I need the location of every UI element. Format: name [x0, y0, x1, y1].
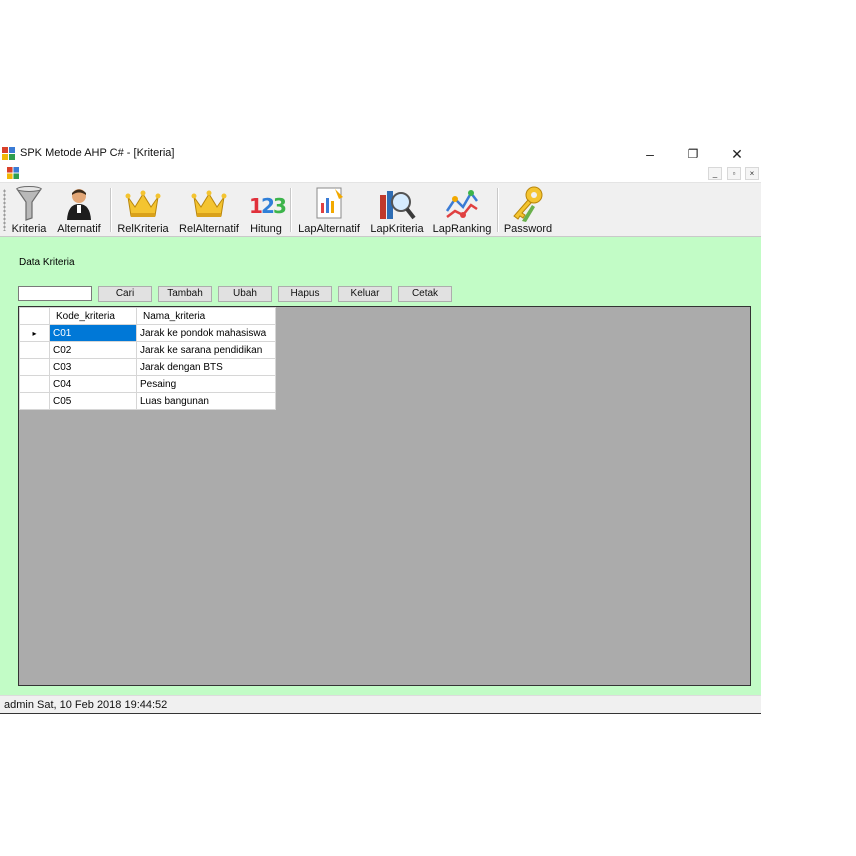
- column-header-kode[interactable]: Kode_kriteria: [49, 307, 137, 325]
- keluar-button[interactable]: Keluar: [338, 286, 392, 302]
- toolbar-label: LapAlternatif: [298, 223, 360, 235]
- hapus-button[interactable]: Hapus: [278, 286, 332, 302]
- table-cell[interactable]: Jarak ke sarana pendidikan: [136, 341, 276, 359]
- svg-text:3: 3: [273, 194, 286, 218]
- funnel-icon: [15, 186, 43, 221]
- page-title: Data Kriteria: [19, 257, 75, 268]
- row-header-cell[interactable]: [19, 341, 50, 359]
- table-row[interactable]: C04 Pesaing: [19, 375, 276, 393]
- header-row: Kode_kriteria Nama_kriteria: [19, 307, 276, 325]
- ubah-button[interactable]: Ubah: [218, 286, 272, 302]
- toolbar-separator: [497, 188, 499, 232]
- data-table: Kode_kriteria Nama_kriteria ▸ C01 Jarak …: [19, 307, 276, 410]
- search-input[interactable]: [18, 286, 92, 301]
- toolbar-relalternatif-button[interactable]: RelAlternatif: [176, 185, 242, 235]
- table-row[interactable]: ▸ C01 Jarak ke pondok mahasiswa: [19, 324, 276, 342]
- toolbar-label: Password: [503, 223, 553, 235]
- toolbar-lapalternatif-button[interactable]: LapAlternatif: [295, 185, 363, 235]
- cetak-button[interactable]: Cetak: [398, 286, 452, 302]
- table-cell-selected[interactable]: C01: [49, 324, 137, 342]
- child-form-icon[interactable]: [7, 167, 19, 179]
- table-cell[interactable]: C04: [49, 375, 137, 393]
- row-header-cell[interactable]: [19, 358, 50, 376]
- toolbar-label: Alternatif: [57, 223, 101, 235]
- current-row-indicator[interactable]: ▸: [19, 324, 50, 342]
- table-cell[interactable]: Jarak dengan BTS: [136, 358, 276, 376]
- toolbar: Kriteria Alternatif RelKriteria RelAlter…: [0, 182, 761, 237]
- window-title: SPK Metode AHP C# - [Kriteria]: [20, 147, 175, 159]
- report-chart-icon: [316, 187, 343, 219]
- toolbar-label: LapKriteria: [370, 223, 424, 235]
- maximize-button[interactable]: ❐: [671, 141, 715, 167]
- child-close-button[interactable]: ×: [745, 167, 759, 180]
- toolbar-hitung-button[interactable]: 1 2 3 Hitung: [246, 185, 286, 235]
- toolbar-label: Hitung: [250, 223, 282, 235]
- corner-header-cell[interactable]: [19, 307, 50, 325]
- toolbar-lapranking-button[interactable]: LapRanking: [431, 185, 493, 235]
- row-header-cell[interactable]: [19, 392, 50, 410]
- child-minimize-button[interactable]: _: [708, 167, 722, 180]
- form-client-area: Data Kriteria Cari Tambah Ubah Hapus Kel…: [0, 237, 761, 695]
- close-button[interactable]: ✕: [715, 141, 759, 167]
- table-row[interactable]: C02 Jarak ke sarana pendidikan: [19, 341, 276, 359]
- title-bar[interactable]: SPK Metode AHP C# - [Kriteria] – ❐ ✕: [0, 140, 761, 166]
- numbers-123-icon: 1 2 3: [249, 194, 286, 218]
- toolbar-label: LapRanking: [432, 223, 492, 235]
- cari-button[interactable]: Cari: [98, 286, 152, 302]
- toolbar-label: Kriteria: [11, 223, 47, 235]
- tambah-button[interactable]: Tambah: [158, 286, 212, 302]
- table-cell[interactable]: Luas bangunan: [136, 392, 276, 410]
- keys-icon: [513, 186, 543, 222]
- toolbar-alternatif-button[interactable]: Alternatif: [54, 185, 104, 235]
- table-cell[interactable]: C02: [49, 341, 137, 359]
- toolbar-separator: [290, 188, 292, 232]
- child-restore-button[interactable]: ▫: [727, 167, 741, 180]
- line-chart-icon: [445, 190, 478, 218]
- app-icon: [2, 147, 15, 160]
- minimize-button[interactable]: –: [628, 141, 672, 167]
- toolbar-grip[interactable]: [3, 189, 6, 231]
- table-cell[interactable]: Pesaing: [136, 375, 276, 393]
- app-window: SPK Metode AHP C# - [Kriteria] – ❐ ✕ _ ▫…: [0, 140, 761, 714]
- magnifier-books-icon: [380, 191, 416, 220]
- data-grid[interactable]: Kode_kriteria Nama_kriteria ▸ C01 Jarak …: [18, 306, 751, 686]
- user-icon: [67, 189, 91, 220]
- status-text: admin Sat, 10 Feb 2018 19:44:52: [4, 699, 168, 711]
- toolbar-password-button[interactable]: Password: [502, 185, 554, 235]
- mdi-child-bar: _ ▫ ×: [0, 166, 761, 182]
- crown-icon: [191, 190, 227, 217]
- toolbar-separator: [110, 188, 112, 232]
- status-bar: admin Sat, 10 Feb 2018 19:44:52: [0, 695, 761, 714]
- table-cell[interactable]: Jarak ke pondok mahasiswa: [136, 324, 276, 342]
- table-row[interactable]: C05 Luas bangunan: [19, 392, 276, 410]
- toolbar-relkriteria-button[interactable]: RelKriteria: [114, 185, 172, 235]
- toolbar-kriteria-button[interactable]: Kriteria: [9, 185, 49, 235]
- column-header-nama[interactable]: Nama_kriteria: [136, 307, 276, 325]
- crown-icon: [125, 190, 161, 217]
- toolbar-label: RelAlternatif: [179, 223, 239, 235]
- table-cell[interactable]: C05: [49, 392, 137, 410]
- row-header-cell[interactable]: [19, 375, 50, 393]
- table-row[interactable]: C03 Jarak dengan BTS: [19, 358, 276, 376]
- table-cell[interactable]: C03: [49, 358, 137, 376]
- toolbar-lapkriteria-button[interactable]: LapKriteria: [368, 185, 426, 235]
- toolbar-label: RelKriteria: [117, 223, 169, 235]
